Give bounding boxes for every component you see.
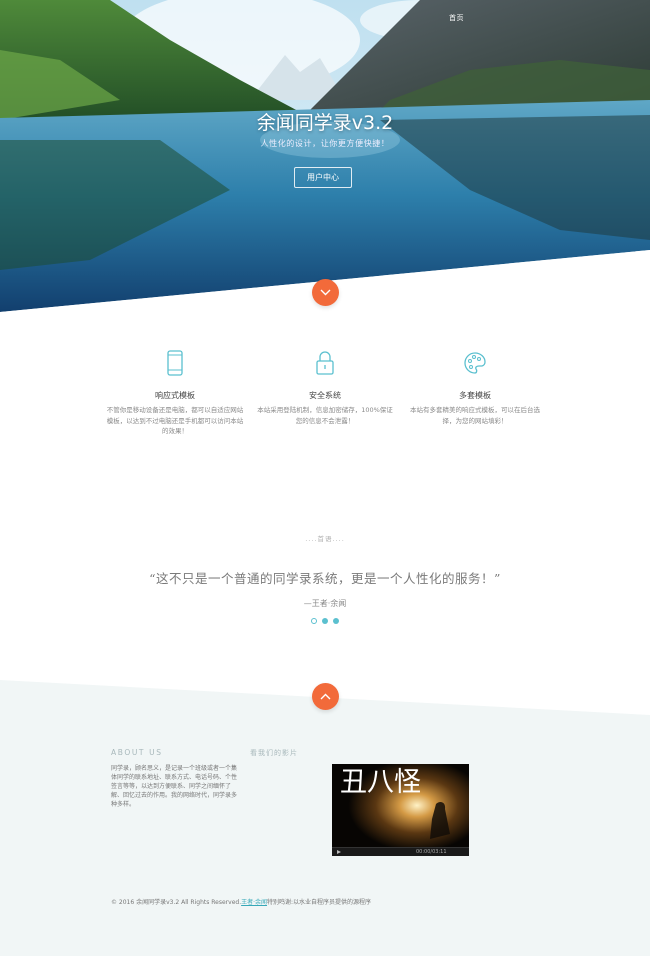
feature-security: 安全系统 本站采用登陆机制，信息加密储存，100%保证您的信息不会泄露！ bbox=[255, 350, 395, 426]
feature-title: 多套模板 bbox=[459, 391, 491, 400]
quote-author: —王者·余闻 bbox=[303, 599, 347, 608]
lock-icon bbox=[316, 351, 334, 375]
carousel-dot-3[interactable] bbox=[333, 618, 339, 624]
nav-home-link[interactable]: 首页 bbox=[449, 13, 464, 23]
scroll-up-button[interactable] bbox=[312, 683, 339, 710]
scroll-down-button[interactable] bbox=[312, 279, 339, 306]
lake-mountain-background bbox=[0, 0, 650, 312]
quote-tag: ....首语.... bbox=[305, 535, 345, 543]
feature-title: 安全系统 bbox=[309, 391, 341, 400]
quote-text: “这不只是一个普通的同学录系统，更是一个人性化的服务！” bbox=[149, 571, 501, 586]
feature-templates: 多套模板 本站有多套精美的响应式模板，可以在后台选择，为您的网站填彩！ bbox=[405, 350, 545, 426]
palette-icon bbox=[464, 352, 486, 374]
feature-description: 不管你是移动设备还是电脑，都可以自适应网站模板，以达到不过电脑还是手机都可以访问… bbox=[106, 406, 244, 435]
chevron-down-icon bbox=[320, 289, 331, 296]
feature-responsive: 响应式模板 不管你是移动设备还是电脑，都可以自适应网站模板，以达到不过电脑还是手… bbox=[105, 350, 245, 437]
mobile-phone-icon bbox=[167, 350, 183, 376]
author-link[interactable]: 王者·余闻 bbox=[241, 899, 267, 906]
video-title: 丑八怪 bbox=[340, 767, 421, 798]
about-text: 同学录，顾名思义，是记录一个班级或者一个集体同学的联系地址、联系方式、电话号码、… bbox=[111, 765, 238, 808]
copyright-text: © 2016 余闻同学录v3.2 All Rights Reserved. bbox=[111, 899, 242, 906]
hero-banner: 首页 余闻同学录v3.2 人性化的设计，让你更方便快捷！ 用户中心 bbox=[0, 0, 650, 312]
play-icon[interactable] bbox=[335, 848, 343, 856]
thanks-text: 特别鸣谢:以水业自程序员提供的源程序 bbox=[267, 899, 372, 906]
carousel-dot-1[interactable] bbox=[311, 618, 317, 624]
chevron-up-icon bbox=[320, 693, 331, 700]
about-heading: ABOUT US bbox=[111, 748, 163, 757]
hero-subtitle: 人性化的设计，让你更方便快捷！ bbox=[260, 139, 390, 148]
carousel-dot-2[interactable] bbox=[322, 618, 328, 624]
video-player[interactable]: 丑八怪 00:00/03:11 bbox=[332, 764, 469, 856]
feature-title: 响应式模板 bbox=[155, 391, 195, 400]
video-heading: 看我们的影片 bbox=[250, 749, 298, 757]
copyright: © 2016 余闻同学录v3.2 All Rights Reserved.王者·… bbox=[111, 897, 371, 906]
feature-description: 本站有多套精美的响应式模板，可以在后台选择，为您的网站填彩！ bbox=[410, 406, 540, 425]
feature-description: 本站采用登陆机制，信息加密储存，100%保证您的信息不会泄露！ bbox=[257, 406, 393, 425]
video-controls[interactable]: 00:00/03:11 bbox=[332, 847, 469, 856]
hero-title: 余闻同学录v3.2 bbox=[256, 112, 394, 134]
video-time: 00:00/03:11 bbox=[416, 849, 447, 855]
user-center-button[interactable]: 用户中心 bbox=[294, 167, 352, 188]
footer-background bbox=[0, 680, 650, 956]
